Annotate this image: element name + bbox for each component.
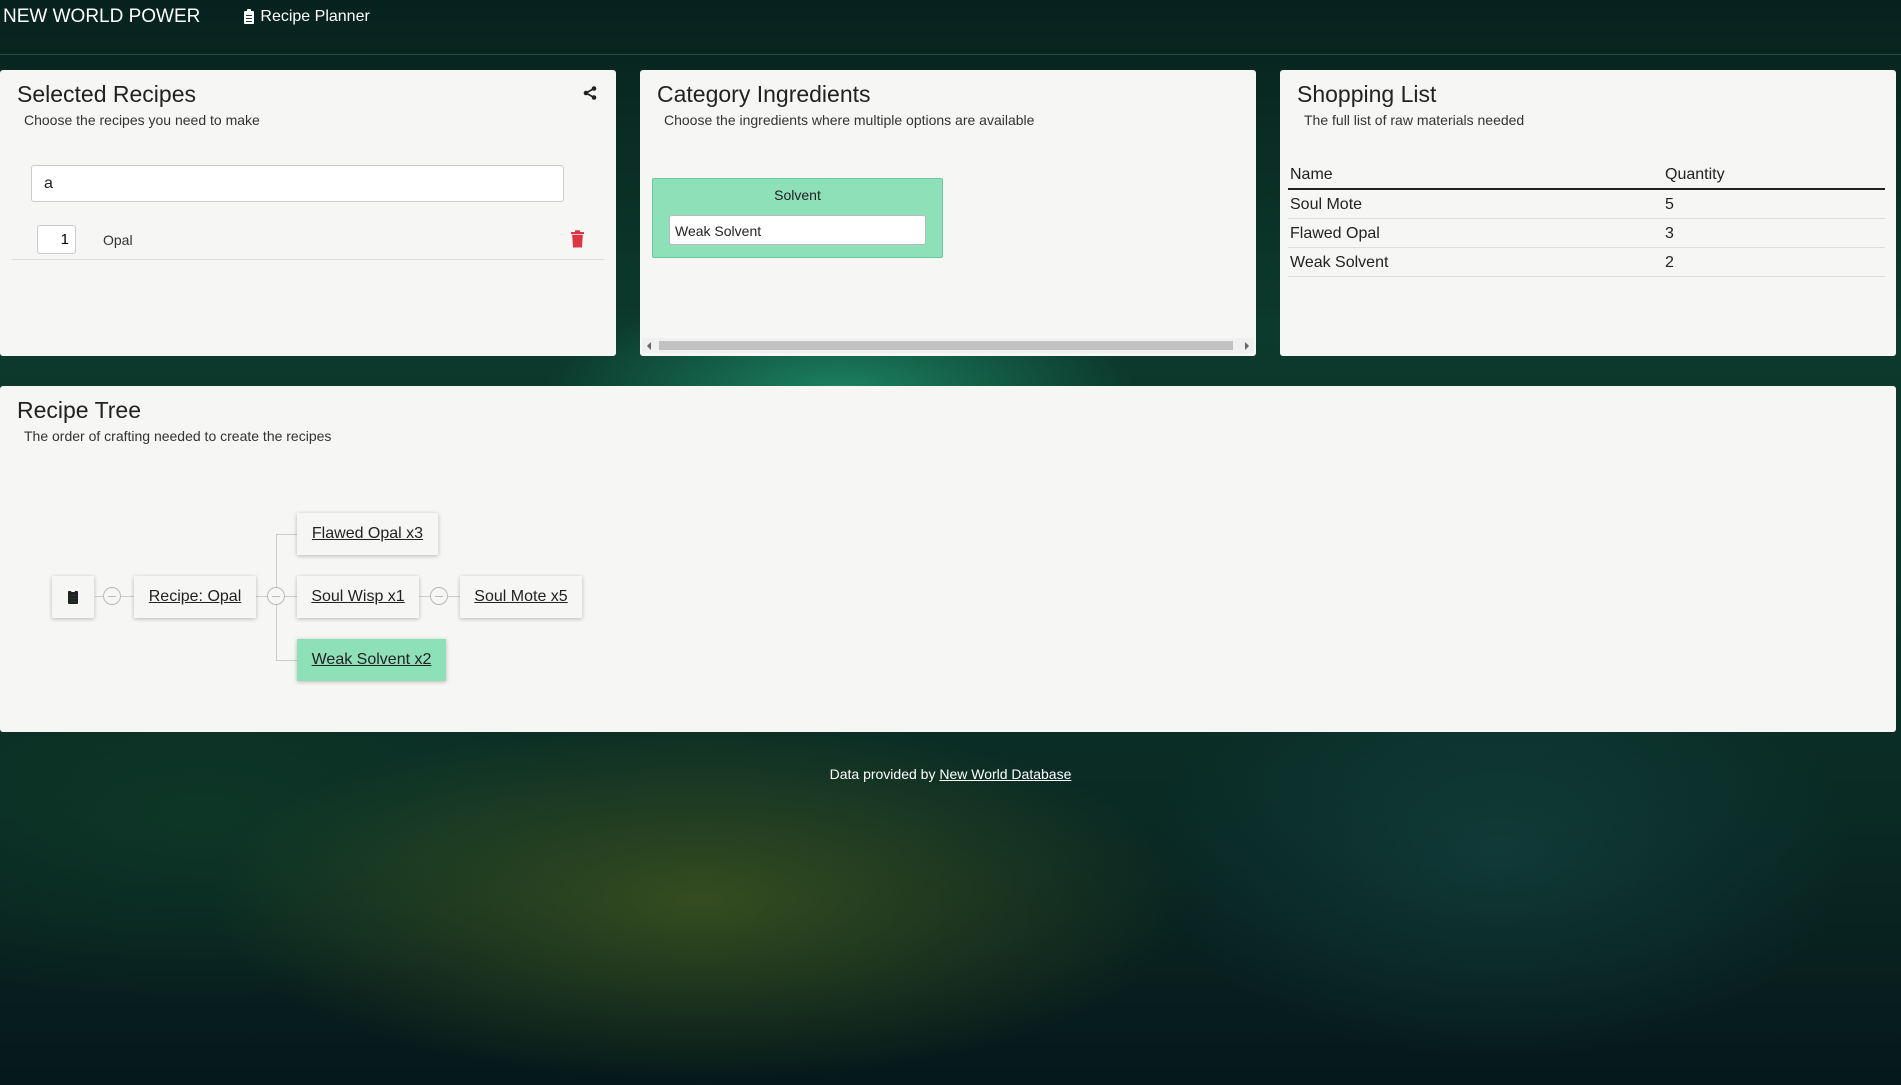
- shopping-table: Name Quantity Soul Mote 5 Flawed Opal 3 …: [1288, 162, 1885, 277]
- cell-quantity: 2: [1663, 247, 1885, 277]
- tree-connector: [276, 534, 297, 535]
- brand-title[interactable]: NEW WORLD POWER: [3, 6, 200, 28]
- shopping-list-panel: Shopping List The full list of raw mater…: [1280, 70, 1896, 356]
- clipboard-icon: [244, 8, 255, 24]
- recipe-quantity-input[interactable]: [37, 225, 76, 254]
- cell-name: Flawed Opal: [1288, 218, 1663, 248]
- collapse-toggle[interactable]: [103, 587, 121, 605]
- navbar: NEW WORLD POWER Recipe Planner: [0, 0, 1901, 55]
- footer: Data provided by New World Database: [0, 766, 1901, 782]
- category-card-solvent: Solvent Weak Solvent: [652, 178, 943, 258]
- recipe-tree-title: Recipe Tree: [17, 397, 142, 423]
- tree-connector: [276, 660, 297, 661]
- clipboard-icon: [68, 588, 78, 604]
- category-ingredients-subtitle: Choose the ingredients where multiple op…: [664, 112, 1035, 128]
- collapse-toggle[interactable]: [267, 587, 285, 605]
- category-ingredients-title: Category Ingredients: [657, 81, 871, 107]
- scrollbar-thumb[interactable]: [659, 341, 1233, 350]
- column-header-name: Name: [1288, 162, 1663, 190]
- share-icon[interactable]: [583, 86, 597, 100]
- nav-recipe-planner[interactable]: Recipe Planner: [244, 8, 370, 26]
- cell-quantity: 3: [1663, 218, 1885, 248]
- category-ingredients-panel: Category Ingredients Choose the ingredie…: [640, 70, 1256, 356]
- cell-name: Weak Solvent: [1288, 247, 1663, 277]
- footer-link-new-world-database[interactable]: New World Database: [939, 766, 1071, 782]
- selected-recipes-panel: Selected Recipes Choose the recipes you …: [0, 70, 616, 356]
- cell-name: Soul Mote: [1288, 189, 1663, 219]
- tree-node-soul-wisp[interactable]: Soul Wisp x1: [297, 576, 419, 618]
- selected-recipes-title: Selected Recipes: [17, 81, 196, 107]
- collapse-toggle[interactable]: [430, 587, 448, 605]
- shopping-list-subtitle: The full list of raw materials needed: [1304, 112, 1525, 128]
- horizontal-scrollbar[interactable]: [642, 338, 1254, 353]
- table-row: Flawed Opal 3: [1288, 218, 1885, 248]
- recipe-tree-panel: Recipe Tree The order of crafting needed…: [0, 386, 1896, 732]
- tree-node-soul-mote[interactable]: Soul Mote x5: [460, 576, 582, 618]
- tree-node-flawed-opal[interactable]: Flawed Opal x3: [297, 513, 438, 555]
- scroll-left-icon[interactable]: [647, 342, 651, 350]
- recipe-tree-subtitle: The order of crafting needed to create t…: [24, 428, 332, 444]
- tree-node-weak-solvent[interactable]: Weak Solvent x2: [297, 639, 446, 681]
- recipe-name: Opal: [103, 232, 133, 248]
- table-row: Weak Solvent 2: [1288, 247, 1885, 277]
- shopping-list-title: Shopping List: [1297, 81, 1437, 107]
- tree-node-recipe-opal[interactable]: Recipe: Opal: [134, 576, 256, 618]
- footer-text: Data provided by: [829, 766, 936, 782]
- nav-recipe-planner-label: Recipe Planner: [260, 8, 370, 25]
- recipe-row-divider: [12, 259, 604, 260]
- category-label: Solvent: [774, 187, 821, 203]
- recipe-search-input[interactable]: [31, 165, 564, 202]
- scroll-right-icon[interactable]: [1245, 342, 1249, 350]
- category-select[interactable]: Weak Solvent: [669, 215, 926, 245]
- tree-root-clipboard-button[interactable]: [52, 576, 94, 618]
- selected-recipes-subtitle: Choose the recipes you need to make: [24, 112, 260, 128]
- column-header-quantity: Quantity: [1663, 162, 1885, 190]
- trash-icon[interactable]: [570, 230, 585, 248]
- table-row: Soul Mote 5: [1288, 189, 1885, 219]
- cell-quantity: 5: [1663, 189, 1885, 219]
